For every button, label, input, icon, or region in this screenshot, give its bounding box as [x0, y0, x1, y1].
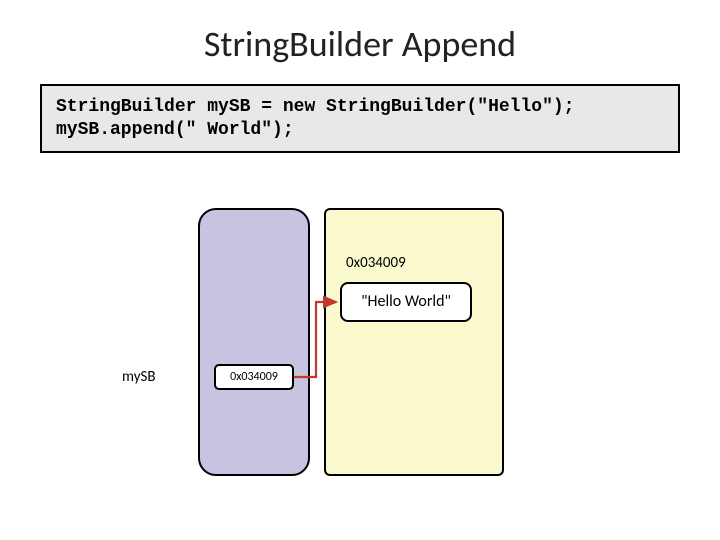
slide-title: StringBuilder Append — [0, 0, 720, 66]
code-snippet: StringBuilder mySB = new StringBuilder("… — [40, 84, 680, 153]
heap-cell-value: "Hello World" — [340, 282, 472, 322]
heap-address-label: 0x034009 — [346, 254, 406, 272]
stack-cell-address: 0x034009 — [214, 364, 294, 390]
memory-diagram: mySB 0x034009 0x034009 "Hello World" — [0, 190, 720, 520]
heap-region — [324, 208, 504, 476]
variable-label: mySB — [122, 368, 156, 386]
stack-region — [198, 208, 310, 476]
